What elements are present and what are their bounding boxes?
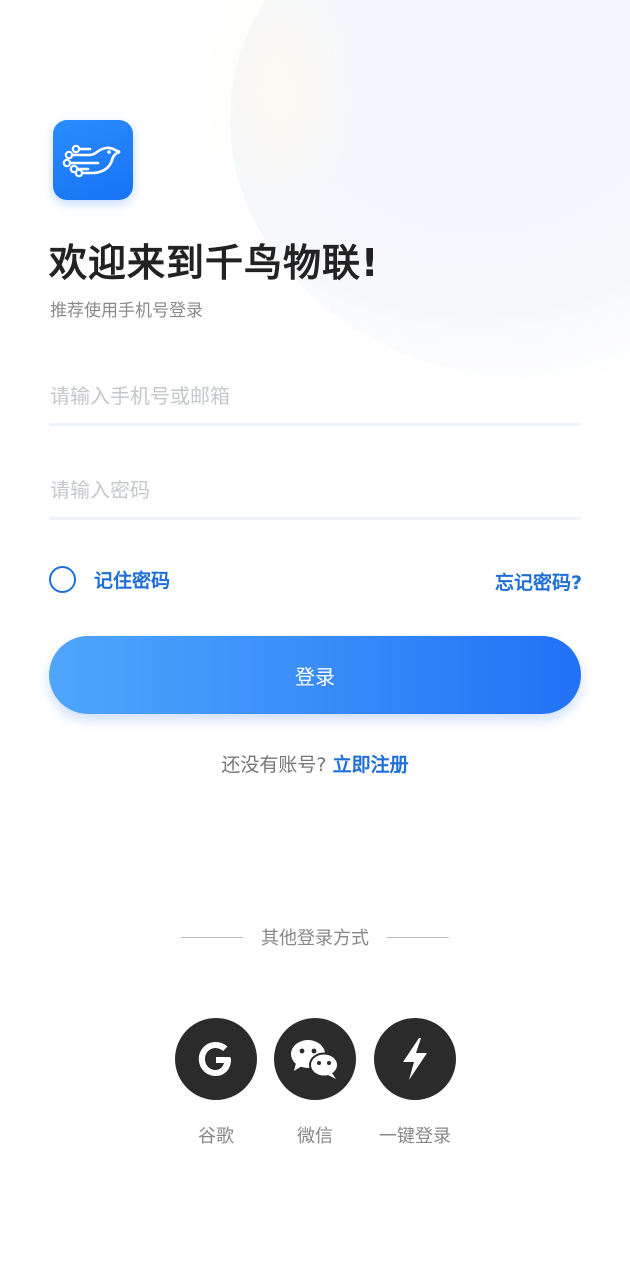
forgot-password-link[interactable]: 忘记密码? [495,568,582,595]
register-row: 还没有账号? 立即注册 [0,750,630,777]
phone-field [49,368,581,426]
wechat-login-button[interactable]: 微信 [273,1018,357,1148]
remember-radio[interactable] [49,566,76,593]
phone-email-input[interactable] [49,383,581,408]
divider-line-right [387,936,449,938]
register-question: 还没有账号? [221,754,327,776]
lightning-icon-circle[interactable] [374,1018,456,1100]
google-icon-circle[interactable] [175,1018,257,1100]
one-click-login-label: 一键登录 [379,1126,451,1147]
lightning-icon [403,1038,427,1080]
wechat-login-label: 微信 [297,1126,333,1147]
login-subtitle: 推荐使用手机号登录 [50,301,203,321]
google-login-button[interactable]: 谷歌 [174,1018,258,1148]
login-button[interactable]: 登录 [49,636,581,714]
bird-circuit-logo-icon [62,144,121,178]
remember-password-toggle[interactable]: 记住密码 [49,566,170,593]
login-screen: 欢迎来到千鸟物联! 推荐使用手机号登录 记住密码 忘记密码? 登录 还没有账号?… [0,0,630,1280]
google-icon [198,1042,231,1076]
wechat-icon-circle[interactable] [274,1018,356,1100]
welcome-title: 欢迎来到千鸟物联! [49,241,380,285]
wechat-icon [291,1040,339,1079]
password-field [49,462,581,520]
one-click-login-button[interactable]: 一键登录 [373,1018,457,1148]
register-link[interactable]: 立即注册 [333,754,409,776]
app-logo [53,120,133,200]
divider-line-left [181,936,243,938]
google-login-label: 谷歌 [198,1126,234,1147]
password-input[interactable] [49,477,581,502]
other-login-divider: 其他登录方式 [0,924,630,950]
remember-password-label: 记住密码 [94,570,171,592]
other-login-label: 其他登录方式 [261,928,369,949]
